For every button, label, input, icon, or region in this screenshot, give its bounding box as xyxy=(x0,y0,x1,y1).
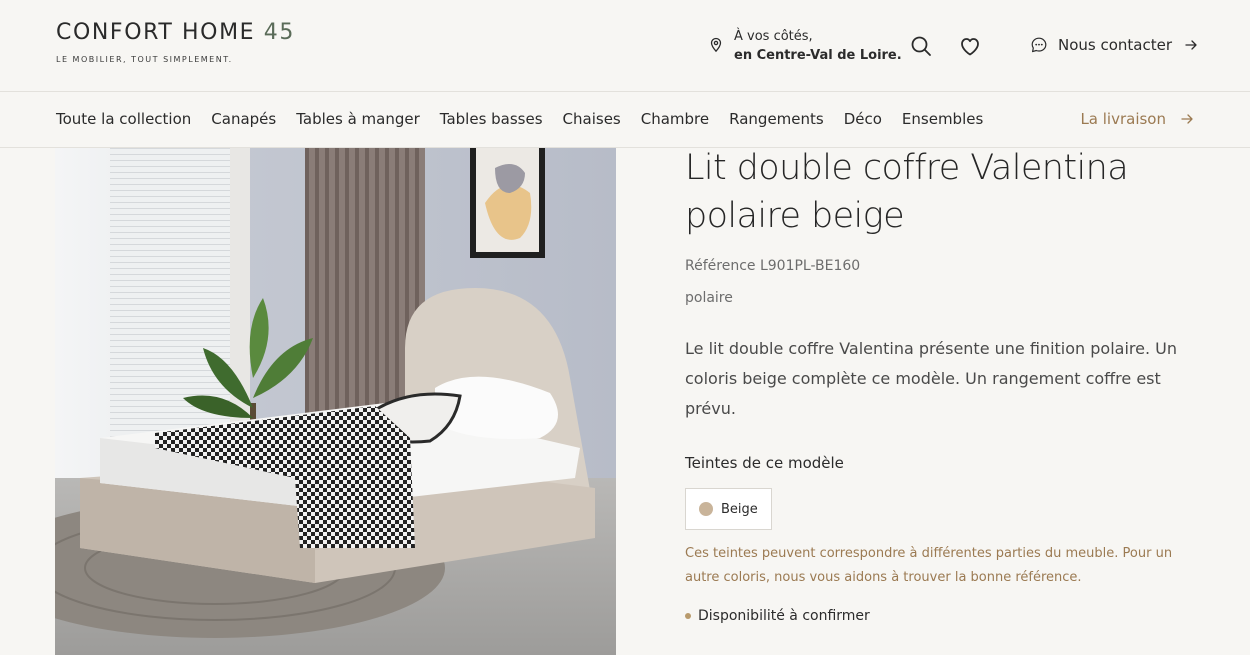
heart-icon[interactable] xyxy=(958,34,982,58)
chat-icon xyxy=(1031,37,1047,53)
logo[interactable]: CONFORT HOME 45 LE MOBILIER, TOUT SIMPLE… xyxy=(56,20,295,64)
nav-item-chaises[interactable]: Chaises xyxy=(563,110,621,128)
arrow-right-icon xyxy=(1181,114,1193,124)
product-title: Lit double coffre Valentina polaire beig… xyxy=(685,148,1129,236)
product-image[interactable] xyxy=(55,148,616,655)
availability-label: Disponibilité à confirmer xyxy=(698,608,870,624)
nav-list: Toute la collection Canapés Tables à man… xyxy=(56,110,1003,128)
logo-wordmark: CONFORT HOME 45 xyxy=(56,20,295,45)
nav-item-canapes[interactable]: Canapés xyxy=(211,110,276,128)
variant-label: Beige xyxy=(721,501,758,517)
map-pin-icon xyxy=(710,37,722,53)
delivery-label: La livraison xyxy=(1080,110,1166,128)
search-icon[interactable] xyxy=(909,34,933,58)
location-line-2: en Centre-Val de Loire. xyxy=(734,48,902,63)
product-description: Le lit double coffre Valentina présente … xyxy=(685,339,1177,418)
color-dot-icon xyxy=(699,502,713,516)
product-info: Lit double coffre Valentina polaire beig… xyxy=(685,148,1205,624)
variant-swatch-beige[interactable]: Beige xyxy=(685,488,772,530)
logo-number: 45 xyxy=(263,20,295,45)
nav-item-chambre[interactable]: Chambre xyxy=(641,110,709,128)
contact-link[interactable]: Nous contacter xyxy=(1030,36,1198,54)
product-reference: Référence L901PL-BE160 xyxy=(685,258,861,274)
nav-item-collection[interactable]: Toute la collection xyxy=(56,110,191,128)
variants-note: Ces teintes peuvent correspondre à diffé… xyxy=(685,546,1173,585)
bed-photo-illustration xyxy=(55,148,616,655)
logo-tagline: LE MOBILIER, TOUT SIMPLEMENT. xyxy=(56,55,233,64)
logo-text: CONFORT HOME xyxy=(56,20,256,45)
arrow-right-icon xyxy=(1185,40,1197,50)
main-nav: Toute la collection Canapés Tables à man… xyxy=(0,92,1250,148)
availability-status: Disponibilité à confirmer xyxy=(685,608,1205,624)
status-dot-icon xyxy=(685,613,691,619)
nav-item-tables-basses[interactable]: Tables basses xyxy=(440,110,543,128)
site-header: CONFORT HOME 45 LE MOBILIER, TOUT SIMPLE… xyxy=(0,0,1250,92)
delivery-link[interactable]: La livraison xyxy=(1080,110,1194,128)
contact-label: Nous contacter xyxy=(1058,36,1173,54)
variants-heading: Teintes de ce modèle xyxy=(685,454,844,472)
nav-item-ensembles[interactable]: Ensembles xyxy=(902,110,983,128)
nav-item-deco[interactable]: Déco xyxy=(844,110,882,128)
nav-item-rangements[interactable]: Rangements xyxy=(729,110,824,128)
product-finish: polaire xyxy=(685,290,733,306)
location-info: À vos côtés, en Centre-Val de Loire. xyxy=(708,27,902,65)
location-line-1: À vos côtés, xyxy=(734,29,813,44)
nav-item-tables-manger[interactable]: Tables à manger xyxy=(296,110,420,128)
